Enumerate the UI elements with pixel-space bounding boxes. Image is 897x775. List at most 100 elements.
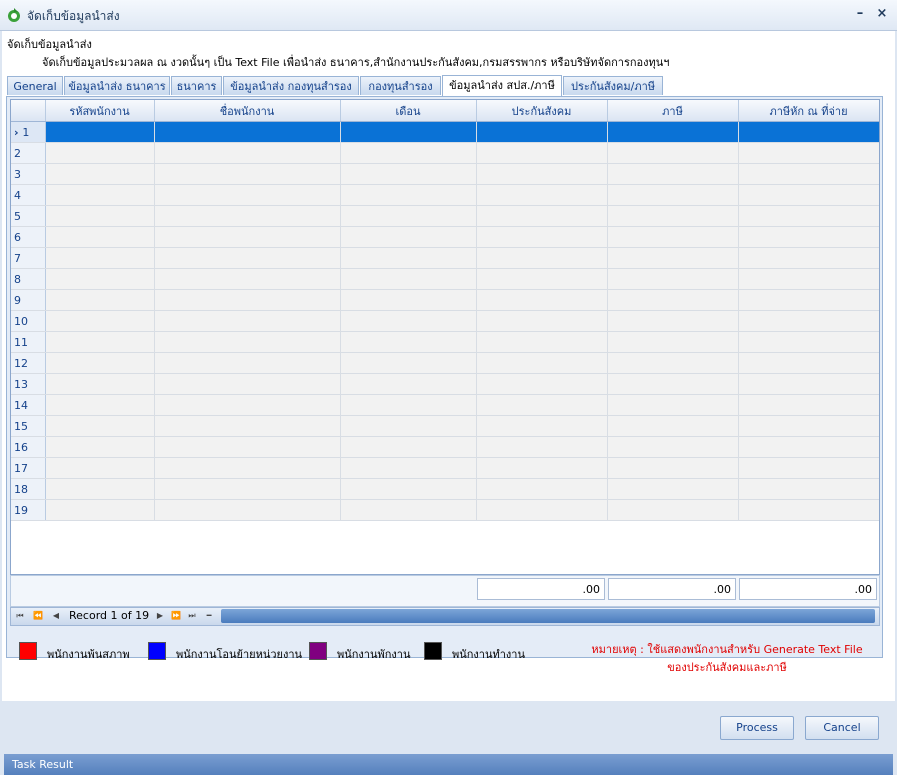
table-row[interactable]: 16: [11, 436, 879, 458]
grid-cell[interactable]: [45, 478, 155, 500]
grid-cell[interactable]: [154, 478, 341, 500]
grid-cell[interactable]: [45, 205, 155, 227]
grid-cell[interactable]: [476, 121, 608, 143]
grid-cell[interactable]: [340, 184, 477, 206]
grid-cell[interactable]: [45, 226, 155, 248]
grid-cell[interactable]: [476, 142, 608, 164]
grid-cell[interactable]: [476, 247, 608, 269]
table-row[interactable]: 7: [11, 247, 879, 269]
grid-cell[interactable]: [607, 373, 739, 395]
table-row[interactable]: 10: [11, 310, 879, 332]
grid-cell[interactable]: [340, 457, 477, 479]
grid-cell[interactable]: [340, 289, 477, 311]
table-row[interactable]: 3: [11, 163, 879, 185]
grid-cell[interactable]: [476, 415, 608, 437]
tab-provident-fund[interactable]: กองทุนสำรอง: [360, 76, 441, 95]
grid-cell[interactable]: [476, 268, 608, 290]
table-row[interactable]: 12: [11, 352, 879, 374]
grid-cell[interactable]: [607, 331, 739, 353]
tab-social-security-tax[interactable]: ประกันสังคม/ภาษี: [563, 76, 663, 95]
grid-cell[interactable]: [476, 436, 608, 458]
grid-cell[interactable]: [45, 163, 155, 185]
grid-cell[interactable]: [476, 310, 608, 332]
grid-cell[interactable]: [154, 142, 341, 164]
grid-cell[interactable]: [154, 268, 341, 290]
process-button[interactable]: Process: [720, 716, 794, 740]
last-record-icon[interactable]: ⏭: [185, 609, 199, 623]
grid-cell[interactable]: [476, 394, 608, 416]
table-row[interactable]: 6: [11, 226, 879, 248]
grid-cell[interactable]: [607, 163, 739, 185]
grid-cell[interactable]: [607, 478, 739, 500]
grid-cell[interactable]: [154, 184, 341, 206]
tab-sso-tax-export[interactable]: ข้อมูลนำส่ง สปส./ภาษี: [442, 75, 562, 96]
grid-cell[interactable]: [154, 310, 341, 332]
grid-cell[interactable]: [607, 247, 739, 269]
grid-cell[interactable]: [607, 457, 739, 479]
grid-cell[interactable]: [154, 121, 341, 143]
grid-cell[interactable]: [607, 184, 739, 206]
table-row[interactable]: 9: [11, 289, 879, 311]
grid-cell[interactable]: [738, 373, 879, 395]
grid-cell[interactable]: [154, 415, 341, 437]
grid-cell[interactable]: [738, 268, 879, 290]
grid-cell[interactable]: [154, 352, 341, 374]
table-row[interactable]: 2: [11, 142, 879, 164]
cancel-button[interactable]: Cancel: [805, 716, 879, 740]
grid-cell[interactable]: [45, 331, 155, 353]
grid-cell[interactable]: [340, 373, 477, 395]
grid-cell[interactable]: [154, 163, 341, 185]
grid-cell[interactable]: [738, 247, 879, 269]
grid-cell[interactable]: [45, 184, 155, 206]
grid-cell[interactable]: [738, 289, 879, 311]
grid-cell[interactable]: [340, 352, 477, 374]
tab-bank[interactable]: ธนาคาร: [171, 76, 222, 95]
grid-cell[interactable]: [738, 415, 879, 437]
grid-cell[interactable]: [45, 289, 155, 311]
grid-cell[interactable]: [738, 457, 879, 479]
grid-cell[interactable]: [154, 394, 341, 416]
grid-cell[interactable]: [607, 226, 739, 248]
grid-cell[interactable]: [154, 457, 341, 479]
grid-cell[interactable]: [340, 121, 477, 143]
grid-cell[interactable]: [607, 142, 739, 164]
grid-cell[interactable]: [476, 478, 608, 500]
grid-cell[interactable]: [340, 415, 477, 437]
grid-cell[interactable]: [340, 436, 477, 458]
grid-cell[interactable]: [607, 289, 739, 311]
next-page-icon[interactable]: ⏩: [169, 609, 183, 623]
grid-cell[interactable]: [340, 163, 477, 185]
grid-cell[interactable]: [45, 268, 155, 290]
grid-cell[interactable]: [738, 163, 879, 185]
grid-cell[interactable]: [476, 457, 608, 479]
grid-cell[interactable]: [476, 289, 608, 311]
col-withholding-tax[interactable]: ภาษีหัก ณ ที่จ่าย: [738, 100, 879, 122]
table-row[interactable]: 17: [11, 457, 879, 479]
grid-cell[interactable]: [476, 373, 608, 395]
table-row[interactable]: 5: [11, 205, 879, 227]
grid-cell[interactable]: [154, 373, 341, 395]
table-row[interactable]: 13: [11, 373, 879, 395]
grid-cell[interactable]: [738, 184, 879, 206]
table-row[interactable]: 19: [11, 499, 879, 521]
grid-cell[interactable]: [45, 373, 155, 395]
grid-cell[interactable]: [607, 268, 739, 290]
prev-page-icon[interactable]: ⏪: [31, 609, 45, 623]
col-tax[interactable]: ภาษี: [607, 100, 739, 122]
tab-provident-fund-export[interactable]: ข้อมูลนำส่ง กองทุนสำรอง: [223, 76, 359, 95]
grid-cell[interactable]: [607, 499, 739, 521]
table-row[interactable]: 18: [11, 478, 879, 500]
grid-cell[interactable]: [340, 331, 477, 353]
grid-cell[interactable]: [607, 310, 739, 332]
col-employee-name[interactable]: ชื่อพนักงาน: [154, 100, 341, 122]
grid-cell[interactable]: [340, 226, 477, 248]
grid-cell[interactable]: [154, 436, 341, 458]
first-record-icon[interactable]: ⏮: [13, 609, 27, 623]
grid-cell[interactable]: [45, 247, 155, 269]
grid-cell[interactable]: [738, 310, 879, 332]
grid-cell[interactable]: [607, 394, 739, 416]
grid-cell[interactable]: [154, 205, 341, 227]
grid-cell[interactable]: [476, 163, 608, 185]
table-row[interactable]: 11: [11, 331, 879, 353]
grid-cell[interactable]: [738, 394, 879, 416]
